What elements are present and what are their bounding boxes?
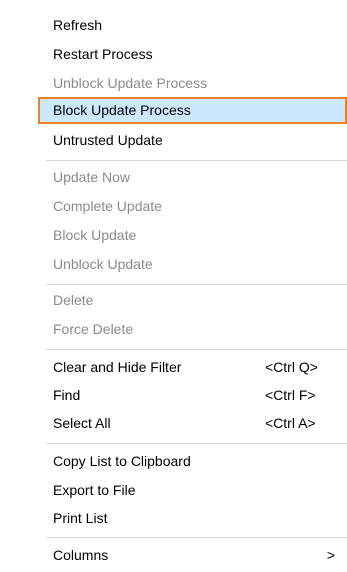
menu-item-label: Block Update: [53, 227, 137, 243]
menu-item-label: Block Update Process: [53, 102, 191, 118]
chevron-right-icon: >: [326, 547, 335, 563]
menu-item-label: Export to File: [53, 482, 136, 498]
shortcut-label: <Ctrl Q>: [265, 359, 318, 375]
menu-item-refresh[interactable]: Refresh: [40, 12, 347, 39]
menu-item-unblock-update: Unblock Update: [40, 251, 347, 278]
menu-item-clear-and-hide-filter[interactable]: Clear and Hide Filter <Ctrl Q>: [40, 354, 347, 381]
menu-item-label: Columns: [53, 547, 109, 563]
shortcut-label: <Ctrl F>: [265, 387, 316, 403]
menu-item-label: Copy List to Clipboard: [53, 453, 191, 469]
menu-item-columns[interactable]: Columns >: [40, 542, 347, 569]
menu-item-copy-list-to-clipboard[interactable]: Copy List to Clipboard: [40, 448, 347, 475]
menu-item-label: Refresh: [53, 17, 103, 33]
menu-gutter: [0, 0, 10, 572]
menu-item-restart-process[interactable]: Restart Process: [40, 41, 347, 68]
menu-separator: [46, 537, 347, 538]
menu-item-unblock-update-process: Unblock Update Process: [40, 70, 347, 97]
menu-item-export-to-file[interactable]: Export to File: [40, 477, 347, 504]
menu-item-label: Update Now: [53, 169, 131, 185]
menu-item-label: Find: [53, 387, 81, 403]
shortcut-label: <Ctrl A>: [265, 415, 316, 431]
menu-item-label: Force Delete: [53, 321, 134, 337]
menu-item-delete: Delete: [40, 287, 347, 314]
menu-item-block-update: Block Update: [40, 222, 347, 249]
menu-item-block-update-process[interactable]: Block Update Process: [38, 97, 347, 124]
menu-item-label: Unblock Update: [53, 256, 153, 272]
menu-item-untrusted-update[interactable]: Untrusted Update: [40, 127, 347, 154]
menu-item-select-all[interactable]: Select All <Ctrl A>: [40, 410, 347, 437]
menu-item-complete-update: Complete Update: [40, 193, 347, 220]
menu-item-label: Select All: [53, 415, 111, 431]
menu-separator: [46, 349, 347, 350]
menu-item-update-now: Update Now: [40, 164, 347, 191]
menu-item-label: Clear and Hide Filter: [53, 359, 182, 375]
menu-item-label: Delete: [53, 292, 94, 308]
menu-item-label: Restart Process: [53, 46, 153, 62]
menu-item-label: Print List: [53, 510, 108, 526]
menu-item-print-list[interactable]: Print List: [40, 505, 347, 532]
menu-separator: [46, 443, 347, 444]
menu-item-label: Unblock Update Process: [53, 75, 208, 91]
menu-item-find[interactable]: Find <Ctrl F>: [40, 382, 347, 409]
menu-separator: [46, 284, 347, 285]
menu-item-label: Untrusted Update: [53, 132, 163, 148]
menu-item-label: Complete Update: [53, 198, 162, 214]
menu-item-force-delete: Force Delete: [40, 316, 347, 343]
menu-separator: [46, 160, 347, 161]
context-menu: Refresh Restart Process Unblock Update P…: [0, 0, 347, 572]
